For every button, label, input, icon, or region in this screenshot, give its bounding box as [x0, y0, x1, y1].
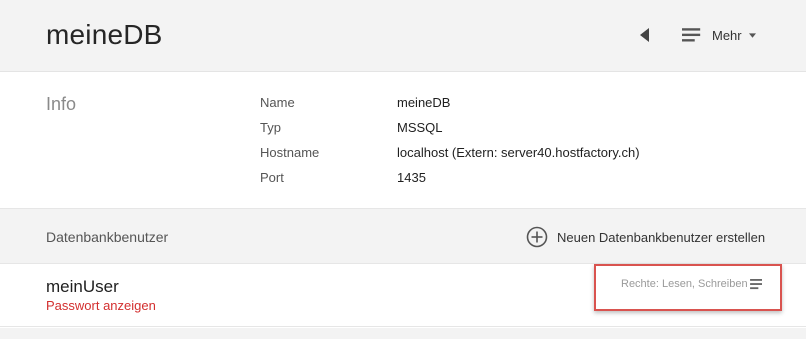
info-label: Name [260, 95, 295, 110]
page-title: meineDB [46, 19, 163, 50]
info-value: 1435 [397, 170, 426, 185]
new-user-label: Neuen Datenbankbenutzer erstellen [557, 229, 766, 245]
info-section: Info Name meineDB Typ MSSQL Hostname loc… [0, 72, 806, 208]
new-user-button[interactable]: Neuen Datenbankbenutzer erstellen [526, 226, 765, 248]
info-value: MSSQL [397, 120, 443, 135]
info-label: Typ [260, 120, 281, 135]
menu-lines-icon [681, 27, 703, 43]
info-row-type: Typ MSSQL [0, 120, 806, 140]
add-circle-icon [526, 226, 548, 248]
info-label: Hostname [260, 145, 320, 160]
info-row-hostname: Hostname localhost (Extern: server40.hos… [0, 145, 806, 165]
show-password-link[interactable]: Passwort anzeigen [46, 298, 156, 313]
user-rights: Rechte: Lesen, Schreiben [621, 278, 748, 290]
users-section-header: Datenbankbenutzer Neuen Datenbankbenutze… [0, 208, 806, 264]
back-triangle-icon [640, 28, 649, 42]
user-name: meinUser [46, 277, 119, 296]
info-value: localhost (Extern: server40.hostfactory.… [397, 145, 640, 160]
info-row-port: Port 1435 [0, 170, 806, 190]
more-label: Mehr [712, 27, 742, 43]
bottom-strip [0, 328, 806, 339]
users-title: Datenbankbenutzer [46, 229, 169, 245]
user-row: meinUser Passwort anzeigen Rechte: Lesen… [0, 264, 806, 327]
caret-down-icon [748, 32, 757, 38]
user-menu-button[interactable] [748, 277, 764, 291]
more-menu-button[interactable]: Mehr [676, 20, 766, 50]
back-button[interactable] [634, 24, 656, 46]
info-row-name: Name meineDB [0, 95, 806, 115]
menu-lines-icon [749, 278, 762, 289]
info-value: meineDB [397, 95, 451, 110]
info-label: Port [260, 170, 284, 185]
page-header: meineDB Mehr [0, 0, 806, 72]
